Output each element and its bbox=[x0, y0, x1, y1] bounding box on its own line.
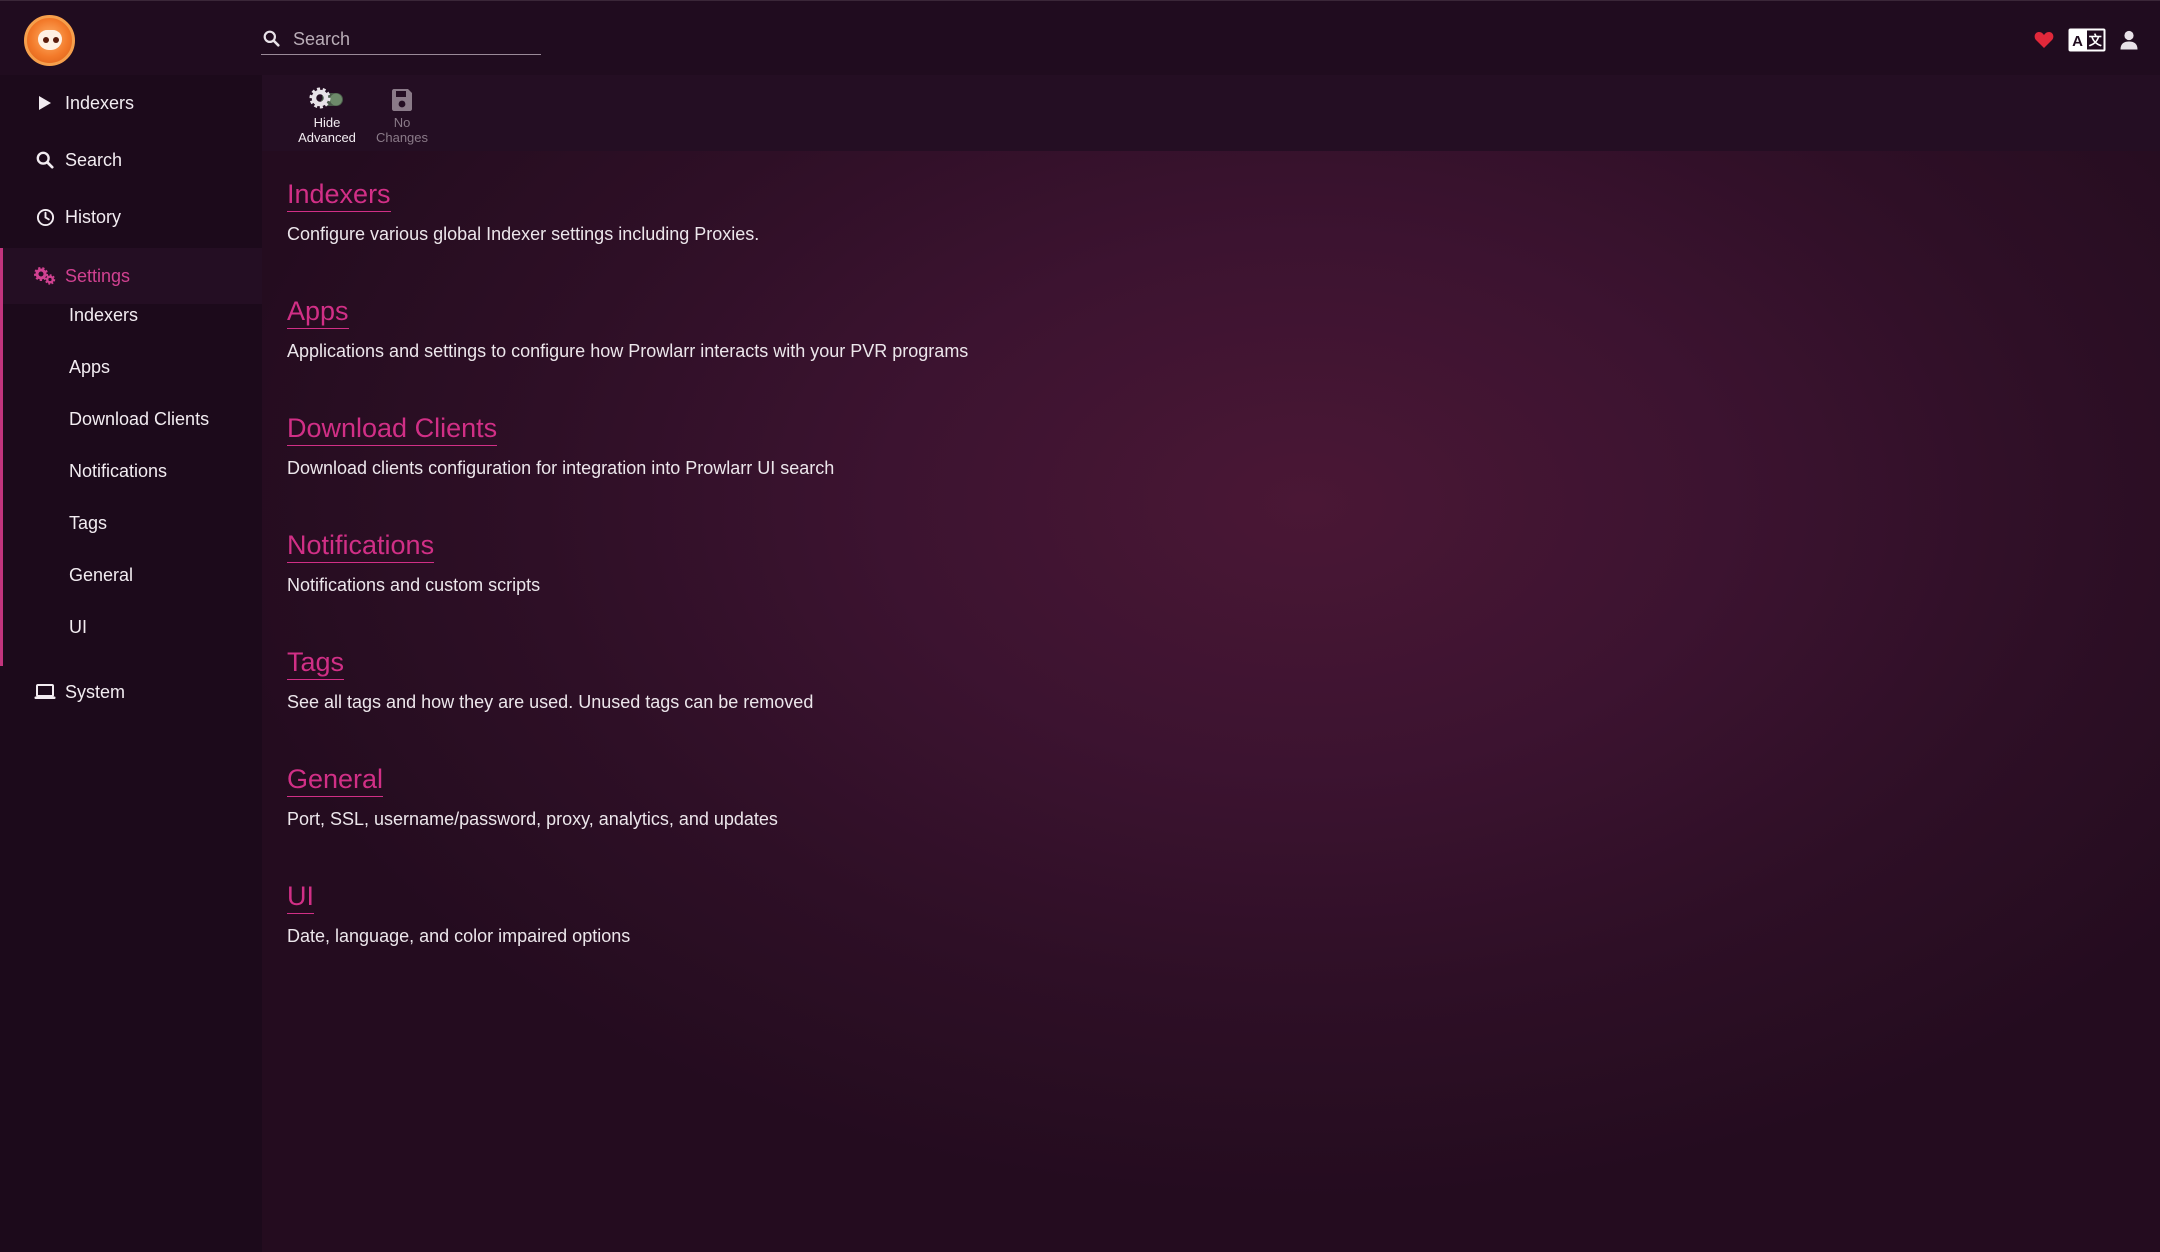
logo-eye-right bbox=[53, 37, 59, 43]
section-link-tags[interactable]: Tags bbox=[287, 646, 345, 680]
top-bar: A 文 bbox=[0, 0, 2160, 75]
sidebar-item-label: History bbox=[65, 206, 122, 227]
section-description: Applications and settings to configure h… bbox=[287, 341, 969, 361]
section-description: Port, SSL, username/password, proxy, ana… bbox=[287, 809, 778, 829]
sidebar-item-label: Indexers bbox=[65, 92, 135, 113]
settings-section-tags: Tags See all tags and how they are used.… bbox=[287, 646, 813, 714]
advanced-toggle-icon bbox=[289, 85, 365, 115]
section-link-download-clients[interactable]: Download Clients bbox=[287, 412, 498, 446]
hide-advanced-label-line1: Hide bbox=[313, 115, 341, 130]
sidebar-item-search[interactable]: Search bbox=[0, 132, 262, 188]
settings-section-download-clients: Download Clients Download clients config… bbox=[287, 412, 834, 480]
sidebar-item-history[interactable]: History bbox=[0, 189, 262, 245]
section-description: Download clients configuration for integ… bbox=[287, 458, 835, 478]
settings-content: Indexers Configure various global Indexe… bbox=[262, 151, 2160, 1252]
search-box bbox=[261, 25, 541, 55]
sidebar-subitem-ui[interactable]: UI bbox=[69, 612, 87, 642]
sidebar-item-settings[interactable]: Settings bbox=[0, 248, 262, 304]
save-icon bbox=[364, 85, 440, 115]
section-description: See all tags and how they are used. Unus… bbox=[287, 692, 814, 712]
search-icon bbox=[263, 30, 280, 47]
settings-group: Settings Indexers Apps Download Clients … bbox=[0, 248, 262, 666]
section-link-indexers[interactable]: Indexers bbox=[287, 178, 391, 212]
app-window: A 文 Indexers Search bbox=[0, 0, 2160, 1252]
section-description: Date, language, and color impaired optio… bbox=[287, 926, 631, 946]
play-icon bbox=[34, 92, 56, 114]
sidebar-subitem-apps[interactable]: Apps bbox=[69, 352, 110, 382]
svg-text:A: A bbox=[2072, 33, 2083, 50]
no-changes-button[interactable]: No Changes bbox=[364, 85, 440, 145]
settings-section-indexers: Indexers Configure various global Indexe… bbox=[287, 178, 759, 246]
sidebar-subitem-download-clients[interactable]: Download Clients bbox=[69, 404, 209, 434]
clock-icon bbox=[34, 206, 56, 228]
logo-eye-left bbox=[43, 37, 49, 43]
laptop-icon bbox=[34, 681, 56, 703]
no-changes-label-line2: Changes bbox=[375, 130, 429, 145]
settings-section-apps: Apps Applications and settings to config… bbox=[287, 295, 968, 363]
sidebar-item-label: System bbox=[65, 681, 126, 702]
section-link-notifications[interactable]: Notifications bbox=[287, 529, 435, 563]
sidebar-subitem-indexers[interactable]: Indexers bbox=[69, 300, 138, 330]
settings-section-ui: UI Date, language, and color impaired op… bbox=[287, 880, 630, 948]
section-link-ui[interactable]: UI bbox=[287, 880, 314, 914]
heart-icon[interactable] bbox=[2034, 31, 2054, 49]
section-link-apps[interactable]: Apps bbox=[287, 295, 349, 329]
search-input[interactable] bbox=[291, 25, 536, 53]
sidebar-item-label: Search bbox=[65, 149, 123, 170]
hide-advanced-label-line2: Advanced bbox=[298, 130, 356, 145]
svg-text:文: 文 bbox=[2089, 33, 2103, 48]
settings-section-notifications: Notifications Notifications and custom s… bbox=[287, 529, 540, 597]
section-description: Notifications and custom scripts bbox=[287, 575, 541, 595]
no-changes-label-line1: No bbox=[393, 115, 411, 130]
settings-section-general: General Port, SSL, username/password, pr… bbox=[287, 763, 778, 831]
sidebar-item-system[interactable]: System bbox=[0, 664, 262, 720]
section-description: Configure various global Indexer setting… bbox=[287, 224, 760, 244]
sidebar-item-label: Settings bbox=[65, 265, 131, 286]
sidebar: Indexers Search History Settings Indexer… bbox=[0, 75, 262, 1252]
sidebar-item-indexers[interactable]: Indexers bbox=[0, 75, 262, 131]
section-link-general[interactable]: General bbox=[287, 763, 384, 797]
sidebar-subitem-notifications[interactable]: Notifications bbox=[69, 456, 167, 486]
page-toolbar: Hide Advanced No Changes bbox=[262, 75, 2160, 151]
cogs-icon bbox=[34, 265, 56, 287]
sidebar-subitem-general[interactable]: General bbox=[69, 560, 133, 590]
prowlarr-logo[interactable] bbox=[24, 15, 75, 66]
search-icon bbox=[34, 149, 56, 171]
sidebar-subitem-tags[interactable]: Tags bbox=[69, 508, 107, 538]
top-icons: A 文 bbox=[2034, 27, 2138, 53]
user-icon[interactable] bbox=[2120, 30, 2138, 50]
translate-icon[interactable]: A 文 bbox=[2068, 28, 2106, 52]
hide-advanced-button[interactable]: Hide Advanced bbox=[289, 85, 365, 145]
